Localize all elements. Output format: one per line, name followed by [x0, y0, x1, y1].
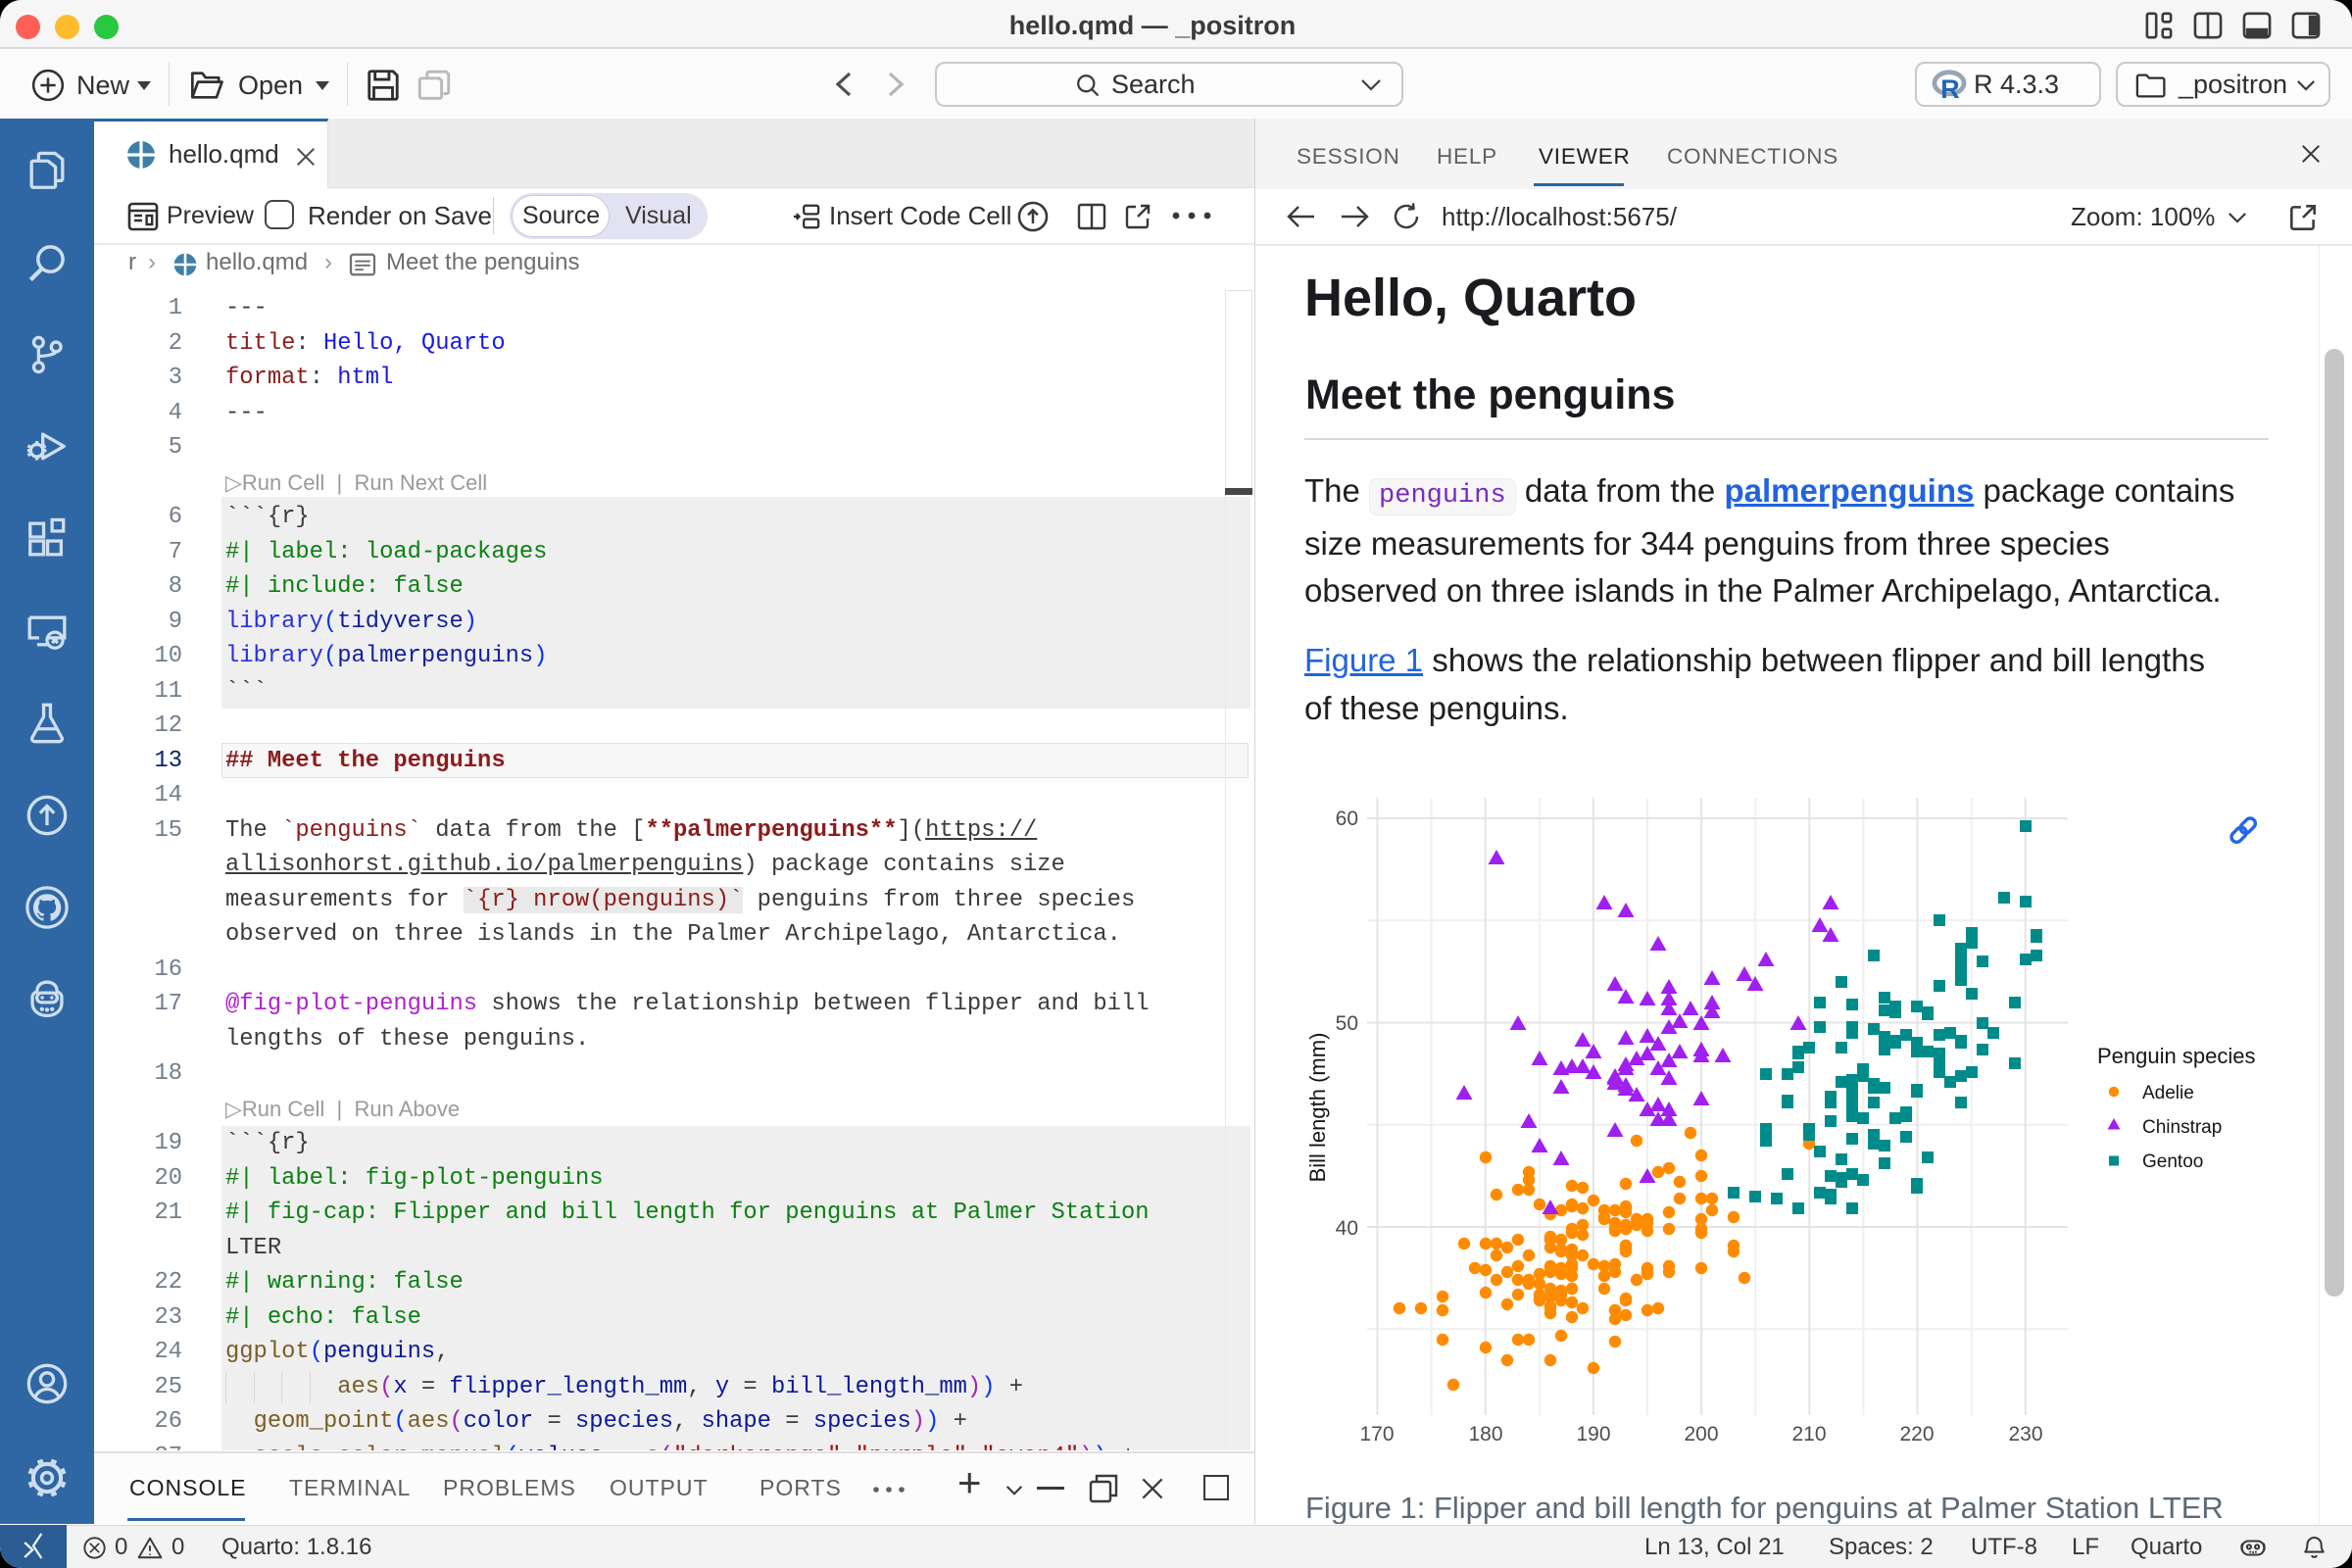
svg-text:Bill length (mm): Bill length (mm)	[1305, 1033, 1330, 1183]
svg-text:230: 230	[2008, 1423, 2042, 1441]
svg-text:200: 200	[1684, 1423, 1718, 1441]
svg-text:180: 180	[1468, 1423, 1502, 1441]
svg-text:40: 40	[1336, 1217, 1358, 1240]
svg-text:190: 190	[1576, 1423, 1610, 1441]
svg-text:50: 50	[1336, 1012, 1358, 1035]
svg-text:Penguin species: Penguin species	[2097, 1044, 2255, 1068]
svg-text:R: R	[1940, 74, 1959, 104]
svg-text:Gentoo: Gentoo	[2142, 1152, 2203, 1172]
svg-text:170: 170	[1359, 1423, 1394, 1441]
svg-text:60: 60	[1336, 808, 1358, 830]
svg-text:210: 210	[1791, 1423, 1826, 1441]
svg-text:Adelie: Adelie	[2142, 1083, 2194, 1103]
svg-text:220: 220	[1899, 1423, 1934, 1441]
svg-text:Chinstrap: Chinstrap	[2142, 1117, 2222, 1138]
